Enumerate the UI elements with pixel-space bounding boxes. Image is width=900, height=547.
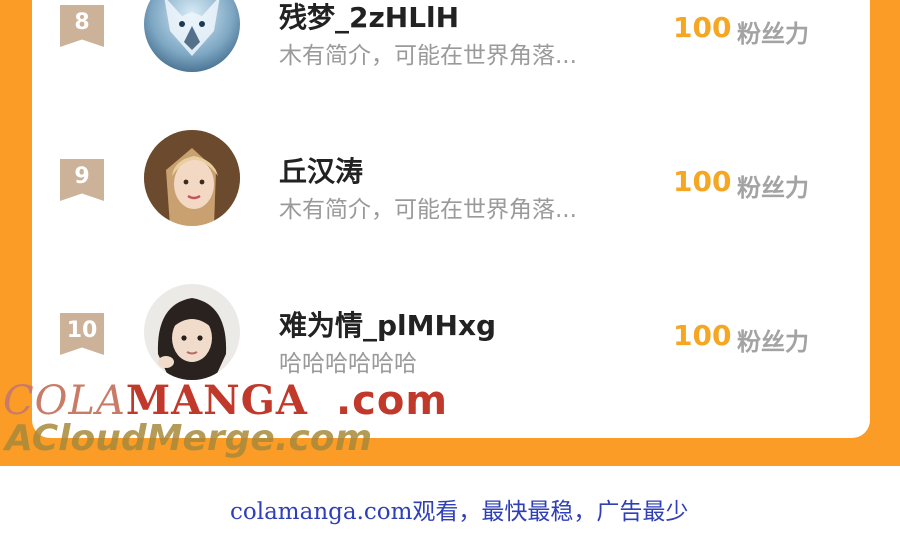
- watermark-part2: MANGA: [125, 377, 308, 424]
- rank-badge: 8: [60, 5, 104, 47]
- user-bio: 木有简介，可能在世界角落...: [279, 197, 577, 223]
- fans-count: 100: [673, 319, 732, 352]
- fans-label: 粉丝力: [737, 20, 809, 48]
- user-bio: 哈哈哈哈哈哈: [279, 351, 417, 377]
- ranking-card: 8 残梦_2zHLlH 木有简介，可能在世界角落... 100 粉丝力 9 丘汉…: [32, 0, 870, 438]
- wolf-avatar-icon: [144, 0, 240, 72]
- watermark-subline: ACloudMerge.com: [5, 418, 373, 459]
- avatar[interactable]: [144, 284, 240, 380]
- fans-count: 100: [673, 165, 732, 198]
- avatar[interactable]: [144, 130, 240, 226]
- avatar[interactable]: [144, 0, 240, 72]
- user-name[interactable]: 残梦_2zHLlH: [279, 0, 459, 36]
- fans-count: 100: [673, 11, 732, 44]
- rank-badge: 10: [60, 313, 104, 355]
- ranking-row[interactable]: 9 丘汉涛 木有简介，可能在世界角落... 100 粉丝力: [32, 130, 870, 280]
- user-bio: 木有简介，可能在世界角落...: [279, 43, 577, 69]
- watermark-brand: COLAMANGA .com: [3, 377, 448, 424]
- portrait-avatar-icon: [144, 130, 240, 226]
- girl-avatar-icon: [144, 284, 240, 380]
- user-name[interactable]: 难为情_plMHxg: [279, 304, 496, 344]
- fans-label: 粉丝力: [737, 174, 809, 202]
- rank-badge: 9: [60, 159, 104, 201]
- fans-label: 粉丝力: [737, 328, 809, 356]
- user-name[interactable]: 丘汉涛: [279, 150, 363, 190]
- ranking-row[interactable]: 8 残梦_2zHLlH 木有简介，可能在世界角落... 100 粉丝力: [32, 0, 870, 130]
- footer-text[interactable]: colamanga.com观看，最快最稳，广告最少: [230, 492, 688, 526]
